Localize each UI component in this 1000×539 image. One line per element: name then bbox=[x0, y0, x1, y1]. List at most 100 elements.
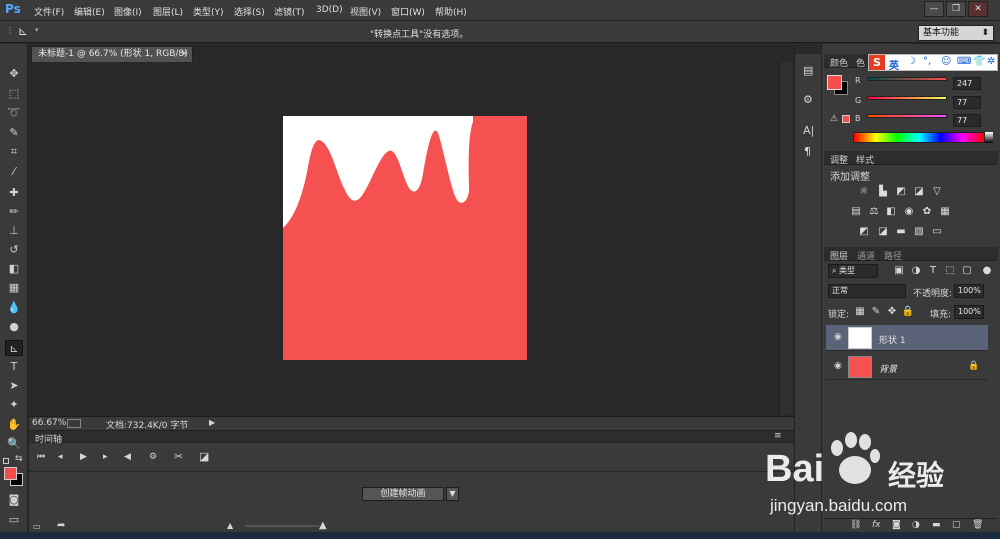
menu-filter[interactable]: 滤镜(T) bbox=[274, 5, 305, 18]
menu-file[interactable]: 文件(F) bbox=[34, 5, 64, 18]
lock-all-icon[interactable]: 🔒 bbox=[901, 306, 915, 318]
filter-toggle-icon[interactable]: ● bbox=[980, 265, 994, 277]
default-colors-icon[interactable] bbox=[3, 458, 9, 464]
opacity-input[interactable]: 100% bbox=[954, 284, 984, 298]
blue-value[interactable]: 77 bbox=[953, 114, 981, 127]
blue-slider[interactable] bbox=[867, 114, 947, 118]
posterize-icon[interactable]: ◪ bbox=[876, 226, 890, 238]
green-value[interactable]: 77 bbox=[953, 96, 981, 109]
document-canvas[interactable] bbox=[283, 116, 527, 360]
menu-help[interactable]: 帮助(H) bbox=[435, 5, 467, 18]
path-selection-tool-icon[interactable]: ➤ bbox=[5, 378, 23, 394]
menu-image[interactable]: 图像(I) bbox=[114, 5, 142, 18]
layer-filter-kind-select[interactable]: ⌕ 类型 bbox=[828, 264, 878, 278]
tab-layers[interactable]: 图层 bbox=[830, 249, 848, 262]
create-frame-animation-button[interactable]: 创建帧动画 bbox=[362, 487, 444, 501]
curves-icon[interactable]: ◩ bbox=[894, 186, 908, 198]
keyboard-icon[interactable]: ⌨ bbox=[957, 56, 971, 67]
lock-transparent-pixels-icon[interactable]: ▦ bbox=[853, 306, 867, 318]
channel-mixer-icon[interactable]: ✿ bbox=[920, 206, 934, 218]
out-of-gamut-warning-icon[interactable]: ⚠ bbox=[830, 114, 838, 124]
selective-color-icon[interactable]: ▧ bbox=[912, 226, 926, 238]
smart-object-filter-icon[interactable]: ▢ bbox=[960, 265, 974, 277]
zoom-tool-icon[interactable]: 🔍 bbox=[5, 436, 23, 452]
paragraph-panel-icon[interactable]: ¶ bbox=[804, 145, 811, 158]
close-tab-icon[interactable]: × bbox=[180, 47, 188, 61]
shape-filter-icon[interactable]: ⬚ bbox=[943, 265, 957, 277]
history-panel-icon[interactable]: ▤ bbox=[803, 64, 813, 77]
blur-tool-icon[interactable]: 💧 bbox=[5, 300, 23, 316]
menu-select[interactable]: 选择(S) bbox=[234, 5, 265, 18]
custom-shape-tool-icon[interactable]: ✦ bbox=[5, 397, 23, 413]
grayscale-ramp[interactable] bbox=[985, 132, 993, 143]
play-icon[interactable]: ▶ bbox=[80, 452, 87, 462]
fill-input[interactable]: 100% bbox=[954, 305, 984, 319]
character-panel-icon[interactable]: A| bbox=[803, 124, 814, 137]
settings-gear-icon[interactable]: ⚙ bbox=[149, 452, 157, 462]
convert-point-tool-icon[interactable]: ⊾ bbox=[5, 340, 23, 356]
quick-select-tool-icon[interactable]: ✎ bbox=[5, 125, 23, 141]
lock-image-pixels-icon[interactable]: ✎ bbox=[869, 306, 883, 318]
status-menu-arrow-icon[interactable]: ▶ bbox=[209, 418, 215, 427]
gradient-map-icon[interactable]: ▭ bbox=[930, 226, 944, 238]
tab-swatches[interactable]: 色 bbox=[856, 56, 865, 69]
actions-panel-icon[interactable]: ⚙ bbox=[803, 93, 813, 106]
vibrance-icon[interactable]: ▤ bbox=[849, 206, 863, 218]
color-balance-icon[interactable]: ⚖ bbox=[867, 206, 881, 218]
eraser-tool-icon[interactable]: ◧ bbox=[5, 261, 23, 277]
type-filter-icon[interactable]: T bbox=[926, 265, 940, 277]
zoom-out-icon[interactable]: ▲ bbox=[227, 521, 233, 530]
document-tab[interactable]: 未标题-1 @ 66.7% (形状 1, RGB/8) * × bbox=[31, 46, 193, 73]
moon-icon[interactable]: ☽ bbox=[907, 56, 916, 67]
menu-layer[interactable]: 图层(L) bbox=[153, 5, 183, 18]
screen-mode-icon[interactable]: ▭ bbox=[5, 512, 23, 528]
photo-filter-icon[interactable]: ◉ bbox=[902, 206, 916, 218]
first-frame-icon[interactable]: ⏮ bbox=[37, 452, 45, 462]
eye-icon[interactable]: ◉ bbox=[834, 361, 844, 371]
layer-name[interactable]: 背景 bbox=[879, 362, 897, 375]
convert-frames-icon[interactable]: ➦ bbox=[57, 520, 65, 531]
tab-styles[interactable]: 样式 bbox=[856, 153, 874, 166]
color-ramp[interactable] bbox=[853, 132, 985, 143]
swap-colors-icon[interactable]: ⇆ bbox=[15, 454, 23, 464]
emoji-icon[interactable]: ☺ bbox=[941, 56, 951, 67]
vertical-scrollbar[interactable] bbox=[779, 62, 793, 415]
split-scissors-icon[interactable]: ✂ bbox=[174, 450, 183, 463]
red-slider[interactable] bbox=[867, 77, 947, 81]
ime-language[interactable]: 英 bbox=[889, 57, 899, 72]
zoom-level[interactable]: 66.67% bbox=[32, 418, 66, 428]
layer-name[interactable]: 形状 1 bbox=[879, 333, 906, 346]
tool-preset-dropdown-icon[interactable]: ▾ bbox=[35, 26, 39, 34]
close-button[interactable]: ✕ bbox=[968, 1, 988, 17]
tab-color[interactable]: 颜色 bbox=[830, 56, 848, 69]
timeline-zoom-slider[interactable] bbox=[245, 525, 319, 527]
timeline-options-icon[interactable]: ▭ bbox=[33, 522, 41, 531]
foreground-color-swatch[interactable] bbox=[827, 75, 842, 90]
tab-channels[interactable]: 通道 bbox=[857, 249, 875, 262]
brightness-contrast-icon[interactable]: ☼ bbox=[857, 186, 871, 198]
color-lookup-icon[interactable]: ▦ bbox=[938, 206, 952, 218]
dodge-tool-icon[interactable]: ● bbox=[5, 319, 23, 335]
lasso-tool-icon[interactable]: ➰ bbox=[5, 105, 23, 121]
ime-toolbar[interactable]: S 英 ☽ °, ☺ ⌨ 👕 ✲ bbox=[868, 54, 998, 72]
skin-icon[interactable]: 👕 bbox=[973, 56, 985, 67]
history-brush-tool-icon[interactable]: ↺ bbox=[5, 242, 23, 258]
eyedropper-tool-icon[interactable]: ⁄ bbox=[5, 164, 23, 180]
transition-icon[interactable]: ◪ bbox=[199, 450, 209, 463]
tab-paths[interactable]: 路径 bbox=[884, 249, 902, 262]
restore-button[interactable]: ❐ bbox=[946, 1, 966, 17]
green-slider[interactable] bbox=[867, 96, 947, 100]
chevron-down-icon[interactable]: ▼ bbox=[446, 487, 459, 501]
menu-edit[interactable]: 编辑(E) bbox=[74, 5, 105, 18]
zoom-in-icon[interactable]: ▲ bbox=[319, 520, 327, 531]
marquee-tool-icon[interactable]: ⬚ bbox=[5, 86, 23, 102]
menu-type[interactable]: 类型(Y) bbox=[193, 5, 224, 18]
brush-tool-icon[interactable]: ✏ bbox=[5, 204, 23, 220]
next-frame-icon[interactable]: ▸ bbox=[103, 452, 108, 462]
exposure-icon[interactable]: ◪ bbox=[912, 186, 926, 198]
crop-tool-icon[interactable]: ⌗ bbox=[5, 144, 23, 160]
black-white-icon[interactable]: ◧ bbox=[884, 206, 898, 218]
minimize-button[interactable]: — bbox=[924, 1, 944, 17]
audio-icon[interactable]: ◀ bbox=[124, 452, 131, 462]
adjustment-filter-icon[interactable]: ◑ bbox=[909, 265, 923, 277]
